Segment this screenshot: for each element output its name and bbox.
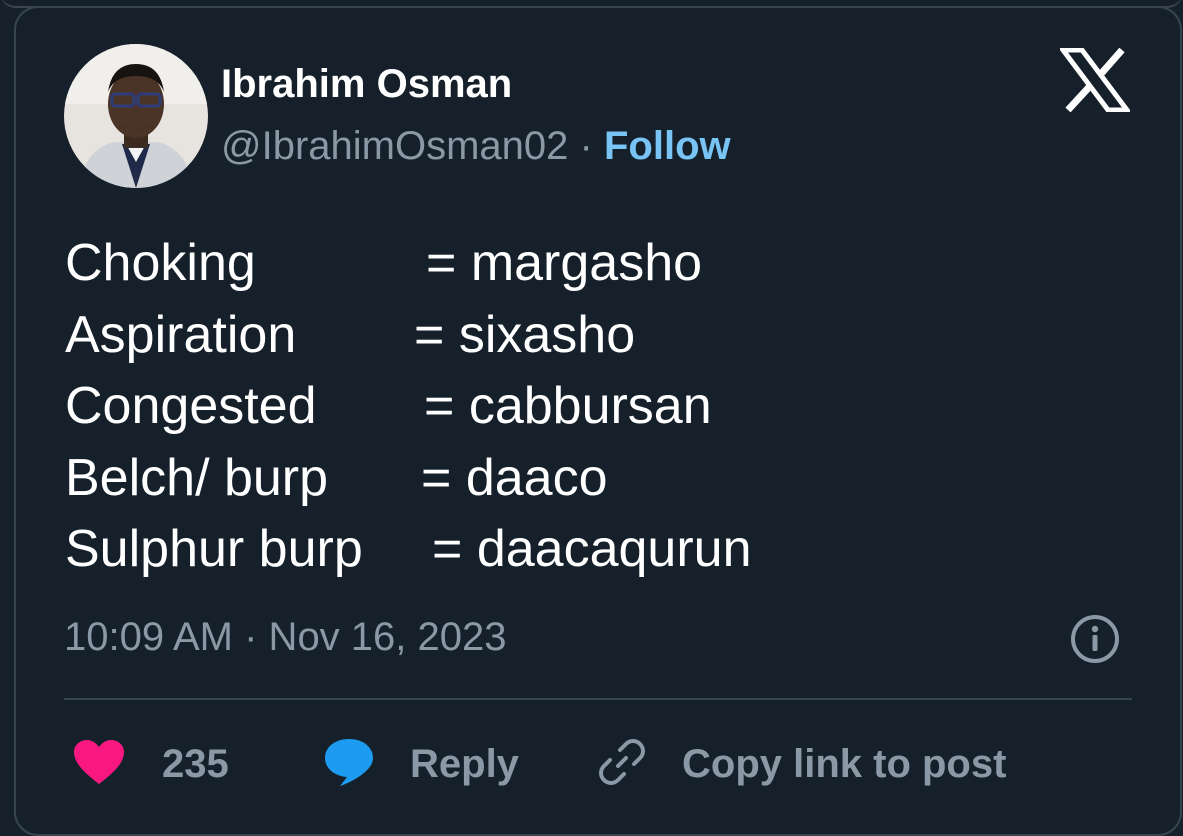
x-logo-icon[interactable] [1058, 47, 1132, 113]
avatar-photo [64, 44, 208, 188]
avatar[interactable] [64, 44, 208, 188]
term: Belch/ burp [65, 448, 329, 507]
link-icon [596, 736, 648, 793]
separator-dot: · [579, 124, 593, 168]
like-button[interactable]: 235 [72, 736, 229, 792]
reply-label: Reply [410, 741, 519, 786]
copy-link-button[interactable]: Copy link to post [596, 736, 1006, 792]
divider [64, 698, 1132, 700]
definition: = daaco [421, 448, 608, 507]
definition: = sixasho [414, 305, 636, 364]
like-count: 235 [162, 741, 229, 786]
tweet-timestamp[interactable]: 10:09 AM · Nov 16, 2023 [64, 615, 507, 660]
term: Choking [65, 234, 256, 292]
author-name[interactable]: Ibrahim Osman [221, 62, 512, 107]
speech-bubble-icon [322, 736, 376, 793]
reply-button[interactable]: Reply [322, 736, 519, 792]
definition: = margasho [426, 234, 703, 292]
author-handle[interactable]: @IbrahimOsman02 [221, 124, 568, 168]
info-icon[interactable] [1069, 613, 1121, 665]
copy-link-label: Copy link to post [682, 741, 1007, 786]
term: Sulphur burp [65, 520, 363, 578]
heart-icon [72, 738, 126, 791]
definition: = daacaqurun [432, 520, 752, 578]
follow-button[interactable]: Follow [604, 124, 731, 168]
author-handle-line: @IbrahimOsman02 · Follow [221, 124, 731, 169]
term: Aspiration [65, 305, 297, 364]
definition: = cabbursan [424, 377, 712, 435]
term: Congested [65, 377, 317, 435]
